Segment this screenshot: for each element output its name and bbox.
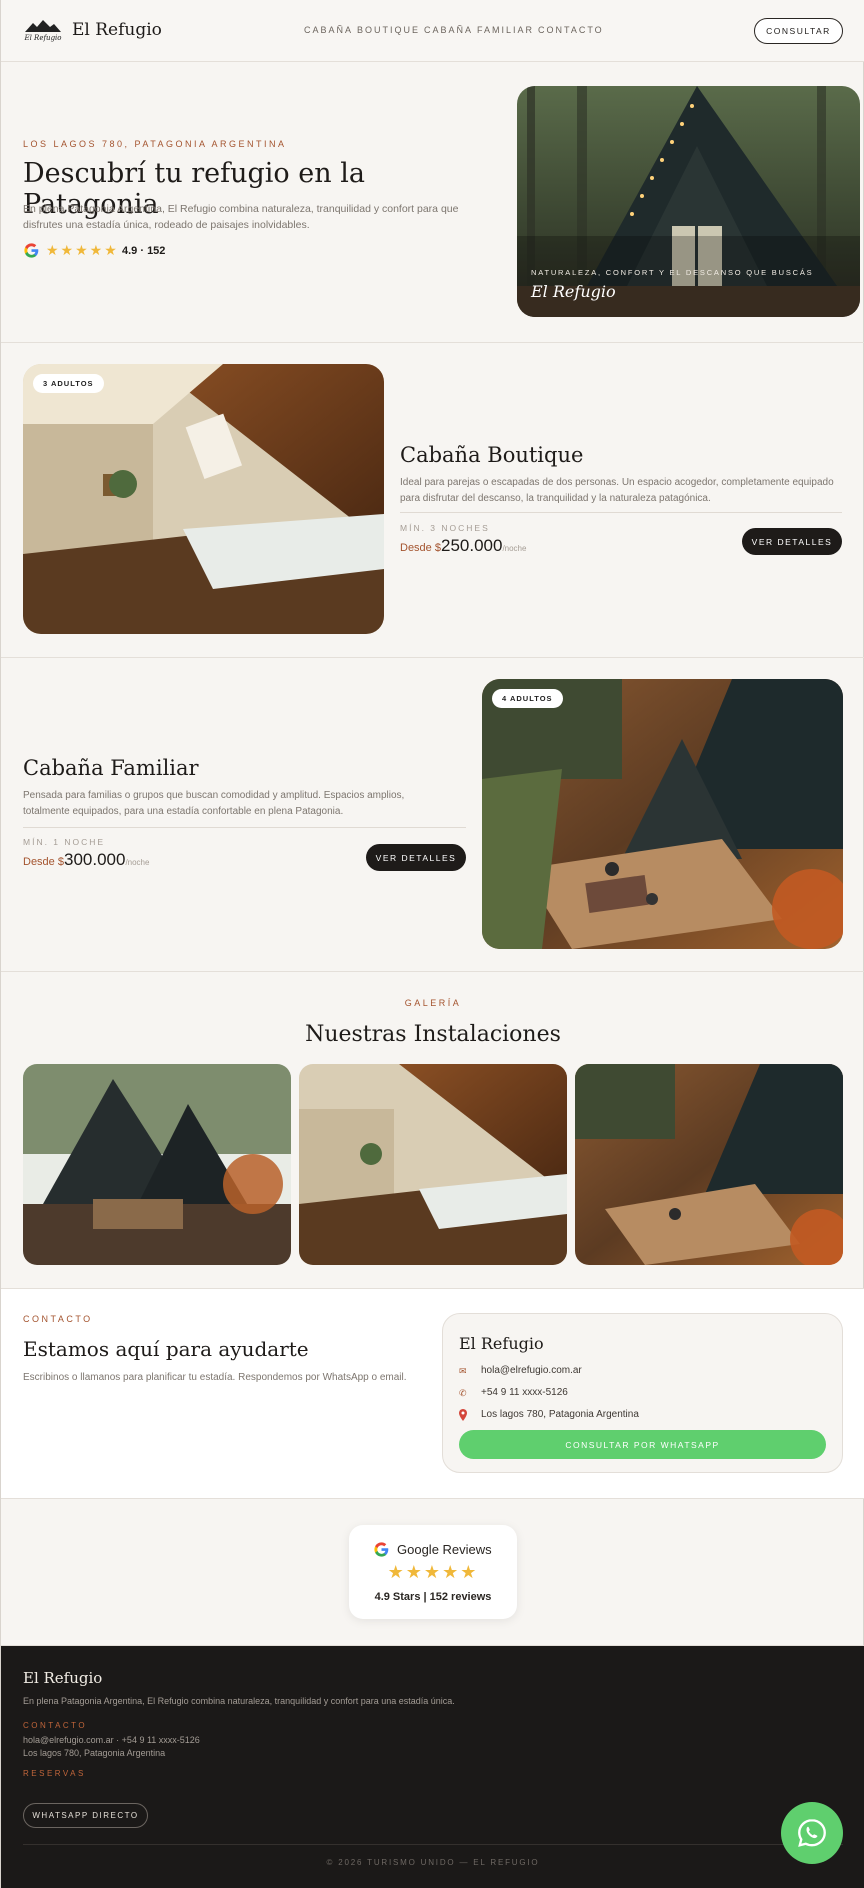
google-g-icon: [23, 242, 40, 259]
whatsapp-icon: [798, 1819, 826, 1847]
hero-rating-text: 4.9 · 152: [122, 245, 166, 257]
page: El Refugio El Refugio CABAÑA BOUTIQUE CA…: [0, 0, 864, 1888]
familiar-details-button[interactable]: VER DETALLES: [366, 844, 466, 871]
contact-address: Los lagos 780, Patagonia Argentina: [481, 1409, 639, 1420]
consultar-button[interactable]: CONSULTAR: [754, 18, 843, 44]
boutique-price: Desde $ 250.000 /noche: [400, 536, 526, 556]
whatsapp-consult-button[interactable]: CONSULTAR POR WHATSAPP: [459, 1430, 826, 1459]
whatsapp-float-button[interactable]: [781, 1802, 843, 1864]
footer-copyright: © 2026 TURISMO UNIDO — EL REFUGIO: [326, 1858, 540, 1867]
gallery-section: GALERÍA Nuestras Instalaciones: [1, 972, 864, 1289]
footer-contact-line1[interactable]: hola@elrefugio.com.ar · +54 9 11 xxxx-51…: [23, 1735, 200, 1745]
mail-icon: ✉: [459, 1366, 467, 1376]
footer-divider: [23, 1844, 843, 1845]
familiar-price-prefix: Desde $: [23, 856, 64, 868]
familiar-price-value: 300.000: [63, 850, 126, 869]
footer-contact-label: CONTACTO: [23, 1721, 88, 1730]
brand-name[interactable]: El Refugio: [72, 20, 162, 40]
boutique-price-unit: /noche: [502, 544, 527, 553]
logo-text: El Refugio: [23, 34, 61, 42]
google-reviews-widget[interactable]: Google Reviews ★★★★★ 4.9 Stars | 152 rev…: [349, 1525, 517, 1619]
hero-image: NATURALEZA, CONFORT Y EL DESCANSO QUE BU…: [517, 86, 860, 317]
contact-description: Escribinos o llamanos para planificar tu…: [23, 1372, 407, 1383]
hero-image-title: El Refugio: [531, 282, 616, 301]
contact-section: CONTACTO Estamos aquí para ayudarte Escr…: [1, 1289, 864, 1499]
boutique-description: Ideal para parejas o escapadas de dos pe…: [400, 477, 834, 504]
boutique-price-prefix: Desde $: [400, 542, 441, 554]
google-reviews-stars: ★★★★★: [387, 1562, 479, 1582]
boutique-title: Cabaña Boutique: [400, 443, 584, 467]
boutique-min-nights: MÍN. 3 NOCHES: [400, 523, 490, 533]
nav-contacto[interactable]: CONTACTO: [538, 25, 604, 35]
contact-title: Estamos aquí para ayudarte: [23, 1337, 309, 1361]
footer-description: En plena Patagonia Argentina, El Refugio…: [23, 1696, 455, 1706]
familiar-price-unit: /noche: [125, 858, 150, 867]
footer-reservas-label: RESERVAS: [23, 1769, 86, 1778]
gallery-eyebrow: GALERÍA: [404, 998, 462, 1008]
familiar-divider: [23, 827, 466, 828]
familiar-description: Pensada para familias o grupos que busca…: [23, 790, 405, 817]
boutique-image: 3 ADULTOS: [23, 364, 384, 634]
hero-eyebrow: LOS LAGOS 780, PATAGONIA ARGENTINA: [23, 139, 287, 149]
google-reviews-title: Google Reviews: [397, 1542, 492, 1557]
gallery-image-3[interactable]: [575, 1064, 843, 1265]
boutique-section: 3 ADULTOS Cabaña Boutique Ideal para par…: [1, 343, 864, 658]
familiar-title: Cabaña Familiar: [23, 756, 199, 780]
nav-cabana-boutique[interactable]: CABAÑA BOUTIQUE: [304, 25, 420, 35]
hero-section: LOS LAGOS 780, PATAGONIA ARGENTINA Descu…: [1, 62, 864, 343]
familiar-price: Desde $ 300.000 /noche: [23, 850, 149, 870]
site-header: El Refugio El Refugio CABAÑA BOUTIQUE CA…: [1, 0, 864, 62]
gallery-image-1[interactable]: [23, 1064, 291, 1265]
boutique-price-value: 250.000: [440, 536, 503, 555]
contact-phone[interactable]: +54 9 11 xxxx-5126: [481, 1387, 568, 1398]
gallery-image-2[interactable]: [299, 1064, 567, 1265]
phone-icon: ✆: [459, 1388, 467, 1398]
boutique-capacity-badge: 3 ADULTOS: [33, 374, 104, 393]
footer-brand: El Refugio: [23, 1669, 103, 1687]
familiar-image: 4 ADULTOS: [482, 679, 843, 949]
hero-image-caption: NATURALEZA, CONFORT Y EL DESCANSO QUE BU…: [531, 268, 814, 277]
contact-email[interactable]: hola@elrefugio.com.ar: [481, 1365, 582, 1376]
familiar-capacity-badge: 4 ADULTOS: [492, 689, 563, 708]
familiar-min-nights: MÍN. 1 NOCHE: [23, 837, 106, 847]
contact-eyebrow: CONTACTO: [23, 1314, 93, 1324]
boutique-details-button[interactable]: VER DETALLES: [742, 528, 842, 555]
logo-icon[interactable]: El Refugio: [23, 18, 63, 44]
whatsapp-direct-button[interactable]: WHATSAPP DIRECTO: [23, 1803, 148, 1828]
hero-description: En plena Patagonia Argentina, El Refugio…: [23, 203, 459, 231]
familiar-section: Cabaña Familiar Pensada para familias o …: [1, 658, 864, 972]
site-footer: El Refugio En plena Patagonia Argentina,…: [1, 1646, 864, 1888]
map-pin-icon: [459, 1408, 467, 1421]
reviews-section: Google Reviews ★★★★★ 4.9 Stars | 152 rev…: [1, 1499, 864, 1646]
contact-card: El Refugio ✉ hola@elrefugio.com.ar ✆ +54…: [442, 1313, 843, 1473]
google-reviews-summary: 4.9 Stars | 152 reviews: [374, 1591, 492, 1603]
boutique-divider: [400, 512, 842, 513]
gallery-title: Nuestras Instalaciones: [305, 1022, 561, 1047]
hero-rating-stars: ★★★★★: [46, 242, 119, 258]
contact-card-title: El Refugio: [459, 1334, 544, 1353]
nav-cabana-familiar[interactable]: CABAÑA FAMILIAR: [424, 25, 534, 35]
google-g-icon: [373, 1541, 390, 1558]
footer-contact-line2: Los lagos 780, Patagonia Argentina: [23, 1748, 166, 1758]
